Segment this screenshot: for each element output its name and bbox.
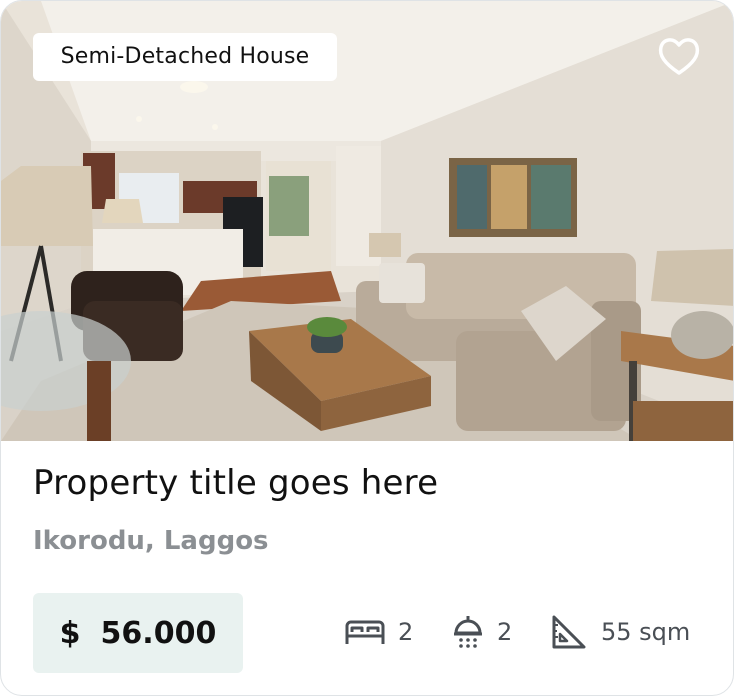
price-badge: $ 56.000 <box>33 593 243 673</box>
price-amount: 56.000 <box>100 615 217 651</box>
bedrooms-count: 2 <box>398 618 414 646</box>
property-type-badge: Semi-Detached House <box>33 33 337 81</box>
bathrooms-feature: 2 <box>451 613 512 651</box>
favorite-button[interactable] <box>656 35 702 79</box>
bathrooms-count: 2 <box>497 618 513 646</box>
shower-icon <box>454 616 482 648</box>
property-location: Ikorodu, Laggos <box>33 526 269 556</box>
bed-icon <box>345 620 385 644</box>
heart-outline-icon <box>658 38 700 75</box>
property-title[interactable]: Property title goes here <box>33 463 438 503</box>
area-feature: 55 sqm <box>551 613 690 651</box>
price-currency: $ <box>59 615 81 651</box>
property-card[interactable]: Semi-Detached House Property title goes … <box>0 0 734 696</box>
area-size: 55 sqm <box>601 618 691 646</box>
bedrooms-feature: 2 <box>344 613 413 651</box>
set-square-icon <box>552 615 586 649</box>
